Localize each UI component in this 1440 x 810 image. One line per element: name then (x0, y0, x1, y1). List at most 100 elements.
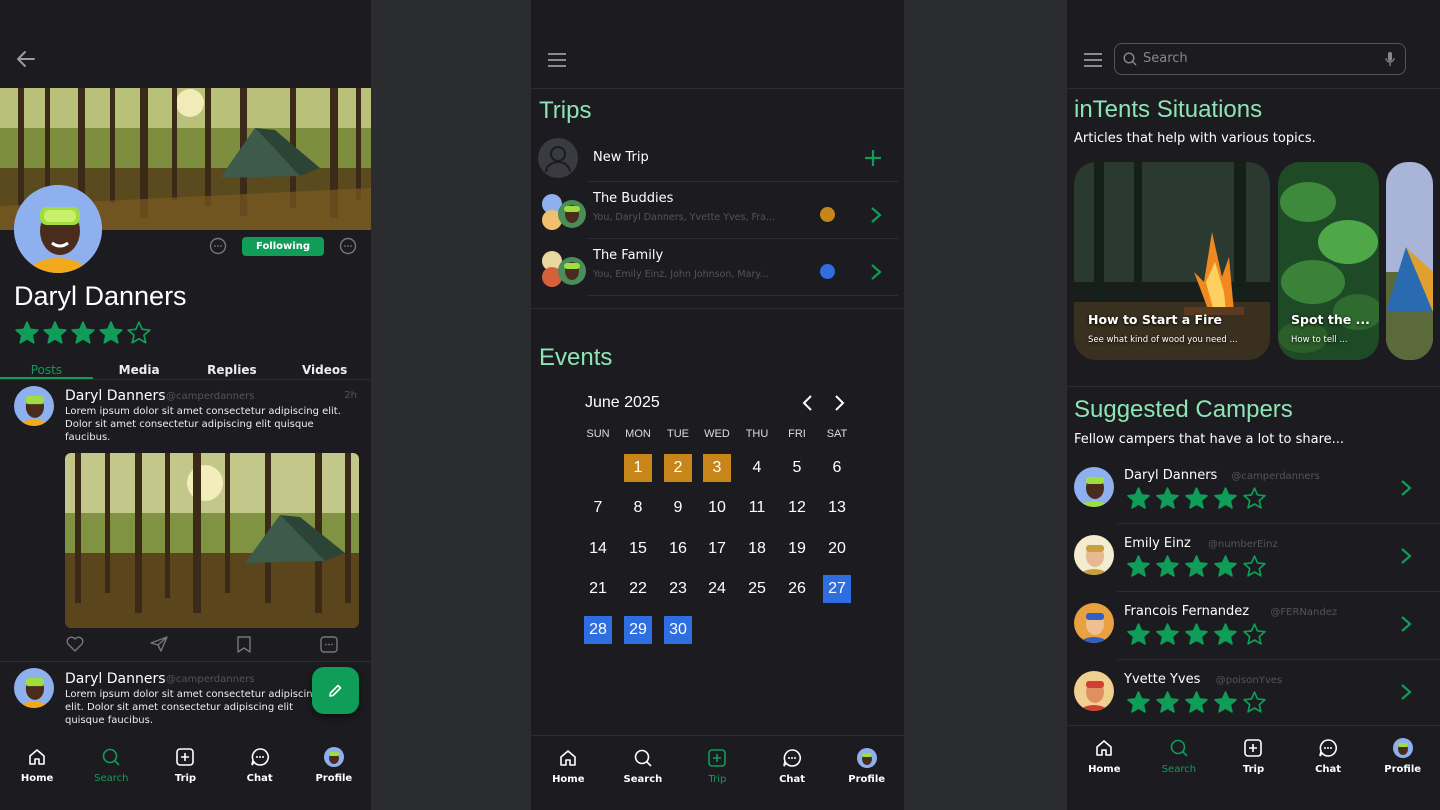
chevron-right-icon[interactable] (870, 206, 882, 224)
hamburger-menu-icon[interactable] (1083, 52, 1103, 68)
chevron-right-icon[interactable] (1400, 615, 1412, 633)
share-send-icon[interactable] (150, 636, 168, 652)
calendar-day[interactable]: 6 (823, 454, 851, 482)
chevron-right-icon[interactable] (1400, 683, 1412, 701)
tab-media[interactable]: Media (93, 363, 186, 379)
message-icon[interactable] (209, 237, 227, 255)
article-card[interactable]: How to Start a Fire See what kind of woo… (1074, 162, 1270, 360)
chevron-right-icon[interactable] (870, 263, 882, 281)
post-image[interactable] (65, 453, 359, 628)
chevron-right-icon[interactable] (834, 394, 846, 412)
calendar-day[interactable]: 25 (743, 575, 771, 603)
calendar-day[interactable]: 7 (584, 494, 612, 522)
calendar-day[interactable]: 17 (703, 535, 731, 563)
calendar-day[interactable]: 30 (664, 616, 692, 644)
chevron-left-icon[interactable] (801, 394, 813, 412)
search-bar[interactable]: Search (1114, 43, 1406, 75)
nav-chat[interactable]: Chat (1293, 738, 1363, 775)
calendar-month-label: June 2025 (585, 394, 660, 411)
chevron-right-icon[interactable] (1400, 479, 1412, 497)
calendar-day[interactable]: 14 (584, 535, 612, 563)
nav-profile[interactable]: Profile (1368, 738, 1438, 775)
weekday-label: THU (745, 428, 769, 440)
calendar-day[interactable]: 26 (783, 575, 811, 603)
search-input[interactable]: Search (1143, 51, 1188, 66)
bookmark-icon[interactable] (236, 636, 252, 653)
calendar-day[interactable]: 22 (624, 575, 652, 603)
camper-row[interactable]: Daryl Danners @camperdanners (1067, 458, 1440, 524)
calendar-day[interactable]: 23 (664, 575, 692, 603)
calendar-day[interactable]: 5 (783, 454, 811, 482)
microphone-icon[interactable] (1385, 51, 1395, 67)
calendar-day[interactable]: 15 (624, 535, 652, 563)
nav-home[interactable]: Home (2, 747, 72, 784)
calendar-day[interactable]: 10 (703, 494, 731, 522)
star-filled-icon (1213, 622, 1238, 647)
post-card[interactable]: Daryl Danners @camperdanners 2h Lorem ip… (0, 380, 371, 660)
compose-fab[interactable] (312, 667, 359, 714)
calendar-day[interactable]: 21 (584, 575, 612, 603)
calendar-day[interactable]: 3 (703, 454, 731, 482)
article-card[interactable]: Spot the ... How to tell ... (1278, 162, 1379, 360)
calendar-day[interactable]: 2 (664, 454, 692, 482)
calendar-day[interactable]: 11 (743, 494, 771, 522)
star-filled-icon (1155, 690, 1180, 715)
star-empty-icon (1242, 554, 1267, 579)
nav-search[interactable]: Search (76, 747, 146, 784)
calendar-day[interactable]: 29 (624, 616, 652, 644)
nav-search[interactable]: Search (608, 748, 678, 785)
calendar-day[interactable]: 13 (823, 494, 851, 522)
calendar-day[interactable]: 24 (703, 575, 731, 603)
nav-chat[interactable]: Chat (225, 747, 295, 784)
star-filled-icon (1184, 554, 1209, 579)
comment-icon[interactable] (320, 636, 338, 653)
article-card[interactable] (1386, 162, 1433, 360)
home-icon (560, 750, 577, 766)
trip-item[interactable]: The Family You, Emily Einz, John Johnson… (531, 239, 904, 295)
nav-trip[interactable]: Trip (682, 748, 752, 785)
camper-row[interactable]: Francois Fernandez @FERNandez (1067, 594, 1440, 660)
nav-home[interactable]: Home (1069, 738, 1139, 775)
like-heart-icon[interactable] (66, 636, 84, 652)
calendar-day[interactable]: 28 (584, 616, 612, 644)
nav-trip[interactable]: Trip (1218, 738, 1288, 775)
nav-home[interactable]: Home (533, 748, 603, 785)
nav-search[interactable]: Search (1144, 738, 1214, 775)
star-filled-icon (1126, 622, 1151, 647)
camper-avatar (1074, 535, 1114, 575)
chevron-right-icon[interactable] (1400, 547, 1412, 565)
camper-row[interactable]: Emily Einz @numberEinz (1067, 526, 1440, 592)
more-options-icon[interactable] (339, 237, 357, 255)
hamburger-menu-icon[interactable] (547, 52, 567, 68)
calendar-day[interactable]: 18 (743, 535, 771, 563)
home-icon (29, 749, 45, 765)
star-filled-icon (70, 320, 96, 346)
nav-profile[interactable]: Profile (832, 748, 902, 785)
calendar-day[interactable]: 16 (664, 535, 692, 563)
post-time: 2h (344, 390, 357, 401)
calendar-day[interactable]: 27 (823, 575, 851, 603)
following-button[interactable]: Following (242, 237, 324, 256)
camper-avatar (1074, 603, 1114, 643)
plus-icon[interactable] (864, 149, 882, 167)
calendar-day[interactable]: 19 (783, 535, 811, 563)
tab-videos[interactable]: Videos (278, 363, 371, 379)
calendar-day[interactable]: 9 (664, 494, 692, 522)
card-title: Spot the ... (1291, 312, 1370, 327)
trip-item[interactable]: The Buddies You, Daryl Danners, Yvette Y… (531, 182, 904, 238)
nav-profile[interactable]: Profile (299, 747, 369, 784)
nav-trip[interactable]: Trip (150, 747, 220, 784)
tab-posts[interactable]: Posts (0, 363, 93, 379)
calendar-day[interactable]: 4 (743, 454, 771, 482)
back-arrow-icon[interactable] (16, 50, 36, 68)
calendar-day[interactable]: 1 (624, 454, 652, 482)
camper-row[interactable]: Yvette Yves @poisonYves (1067, 662, 1440, 728)
new-trip-row[interactable]: New Trip (531, 135, 904, 181)
rating-stars (1126, 486, 1267, 511)
tab-replies[interactable]: Replies (186, 363, 279, 379)
calendar-day[interactable]: 12 (783, 494, 811, 522)
post-text: Lorem ipsum dolor sit amet consectetur a… (65, 406, 341, 443)
calendar-day[interactable]: 20 (823, 535, 851, 563)
calendar-day[interactable]: 8 (624, 494, 652, 522)
nav-chat[interactable]: Chat (757, 748, 827, 785)
